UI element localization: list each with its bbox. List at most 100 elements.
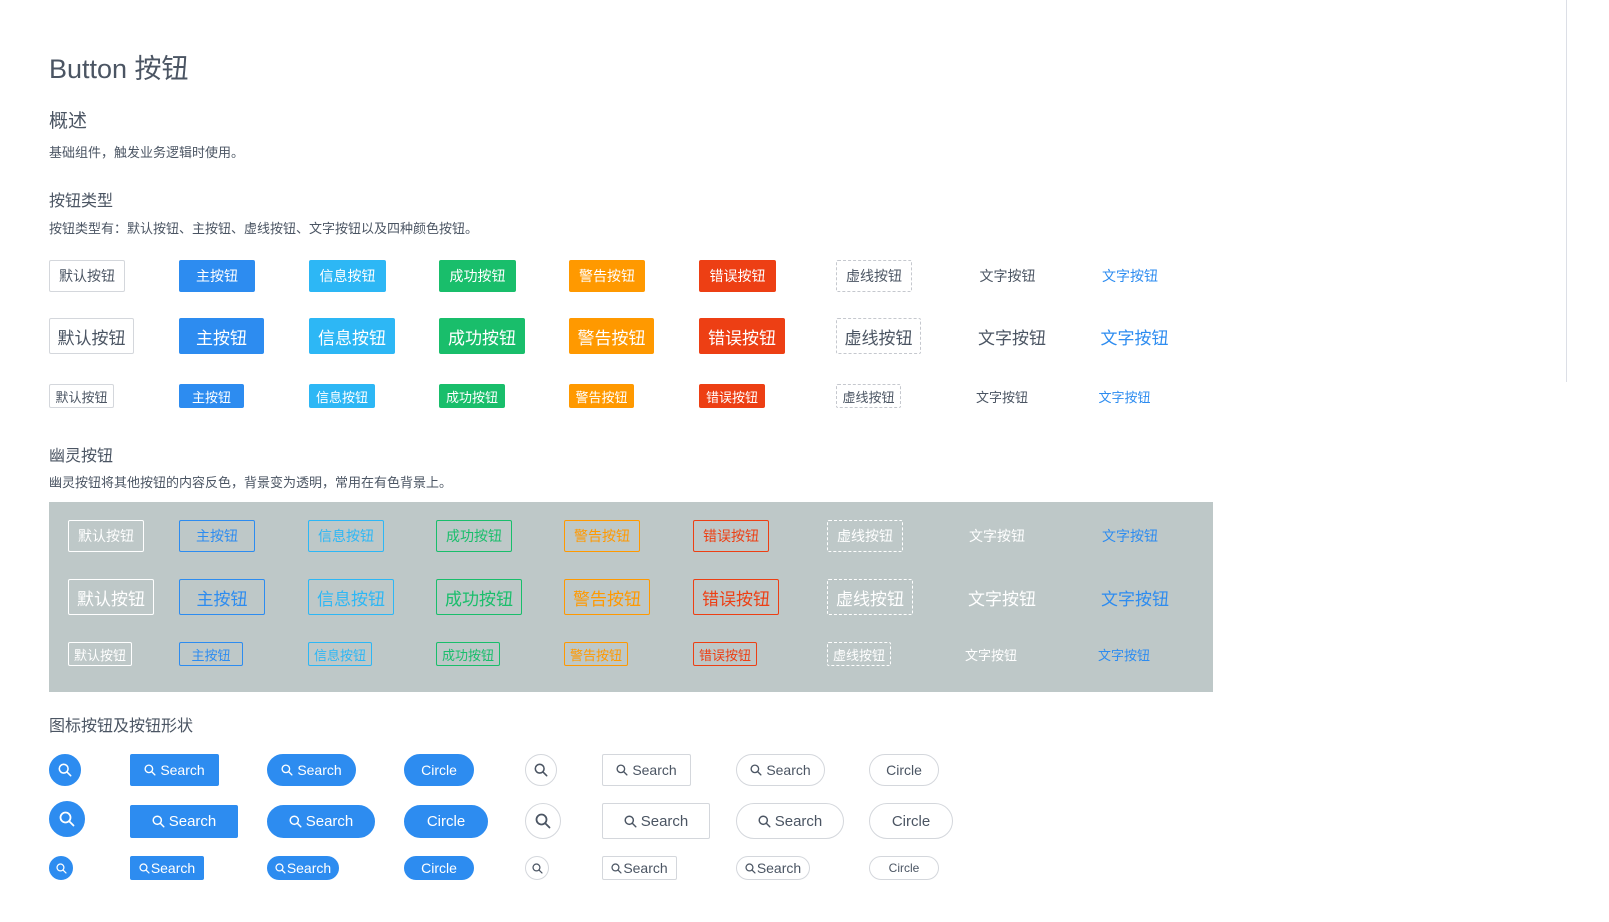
ghost-info-button-small[interactable]: 信息按钮 [308,642,372,666]
dashed-button-large[interactable]: 虚线按钮 [836,318,921,354]
primary-round-circle-button-small[interactable]: Circle [404,856,474,880]
warning-button[interactable]: 警告按钮 [569,260,645,292]
icon-shape-heading: 图标按钮及按钮形状 [49,718,194,735]
text-button-small[interactable]: 文字按钮 [969,384,1035,408]
success-button-small[interactable]: 成功按钮 [439,384,505,408]
button-label: Search [766,762,811,778]
ghost-success-button[interactable]: 成功按钮 [436,520,512,552]
search-icon [289,815,302,828]
search-icon [624,814,637,828]
success-button-large[interactable]: 成功按钮 [439,318,525,354]
ghost-link-button-large[interactable]: 文字按钮 [1092,579,1178,615]
search-icon [55,862,67,874]
search-icon [745,862,756,874]
search-icon [281,764,293,776]
types-heading: 按钮类型 [49,193,114,210]
ghost-success-button-large[interactable]: 成功按钮 [436,579,522,615]
default-round-circle-button-small[interactable]: Circle [869,856,939,880]
primary-round-circle-button-large[interactable]: Circle [404,805,488,838]
ghost-text-button[interactable]: 文字按钮 [959,520,1035,552]
search-icon [535,813,551,829]
ghost-primary-button[interactable]: 主按钮 [179,520,255,552]
text-button[interactable]: 文字按钮 [969,260,1046,292]
warning-button-large[interactable]: 警告按钮 [569,318,654,354]
primary-search-button-small[interactable]: Search [130,856,204,880]
primary-round-circle-button[interactable]: Circle [404,754,474,786]
error-button-small[interactable]: 错误按钮 [699,384,765,408]
search-icon [59,811,75,827]
primary-button-large[interactable]: 主按钮 [179,318,264,354]
dashed-button[interactable]: 虚线按钮 [836,260,912,292]
ghost-dashed-button-small[interactable]: 虚线按钮 [827,642,891,666]
search-icon [275,862,286,874]
button-label: Search [774,812,823,830]
ghost-error-button-small[interactable]: 错误按钮 [693,642,757,666]
default-search-button-large[interactable]: Search [602,803,710,839]
page-title: Button 按钮 [49,54,189,84]
error-button[interactable]: 错误按钮 [699,260,776,292]
ghost-warning-button[interactable]: 警告按钮 [564,520,640,552]
primary-search-button[interactable]: Search [130,754,219,786]
primary-round-search-button[interactable]: Search [267,754,356,786]
warning-button-small[interactable]: 警告按钮 [569,384,634,408]
link-button-small[interactable]: 文字按钮 [1092,384,1157,408]
ghost-primary-button-small[interactable]: 主按钮 [179,642,243,666]
link-button[interactable]: 文字按钮 [1092,260,1168,292]
ghost-info-button-large[interactable]: 信息按钮 [308,579,394,615]
default-circle-search-button[interactable] [525,754,557,786]
default-button-large[interactable]: 默认按钮 [49,318,134,354]
ghost-default-button-small[interactable]: 默认按钮 [68,642,132,666]
ghost-error-button-large[interactable]: 错误按钮 [693,579,779,615]
button-label: Search [150,860,196,876]
ghost-warning-button-large[interactable]: 警告按钮 [564,579,650,615]
default-circle-search-button-small[interactable] [525,856,549,880]
default-round-circle-button[interactable]: Circle [869,754,939,786]
info-button-large[interactable]: 信息按钮 [309,318,395,354]
search-icon [758,814,771,828]
default-circle-search-button-large[interactable] [525,803,561,839]
button-label: Search [305,813,354,830]
ghost-warning-button-small[interactable]: 警告按钮 [564,642,628,666]
ghost-link-button-small[interactable]: 文字按钮 [1092,642,1156,666]
info-button[interactable]: 信息按钮 [309,260,386,292]
ghost-default-button-large[interactable]: 默认按钮 [68,579,154,615]
primary-button[interactable]: 主按钮 [179,260,255,292]
ghost-default-button[interactable]: 默认按钮 [68,520,144,552]
dashed-button-small[interactable]: 虚线按钮 [836,384,901,408]
ghost-error-button[interactable]: 错误按钮 [693,520,769,552]
primary-round-search-button-large[interactable]: Search [267,805,375,838]
ghost-dashed-button[interactable]: 虚线按钮 [827,520,903,552]
search-icon [139,862,150,874]
default-round-search-button-large[interactable]: Search [736,803,844,839]
ghost-dashed-button-large[interactable]: 虚线按钮 [827,579,913,615]
primary-round-search-button-small[interactable]: Search [267,856,339,880]
ghost-link-button[interactable]: 文字按钮 [1092,520,1168,552]
default-search-button-small[interactable]: Search [602,856,677,880]
button-label: Search [168,813,217,830]
ghost-text-button-large[interactable]: 文字按钮 [959,579,1045,615]
link-button-large[interactable]: 文字按钮 [1092,318,1177,354]
primary-circle-search-button-large[interactable] [49,801,85,837]
primary-button-small[interactable]: 主按钮 [179,384,244,408]
default-button[interactable]: 默认按钮 [49,260,125,292]
button-label: Search [623,860,668,876]
ghost-info-button[interactable]: 信息按钮 [308,520,384,552]
primary-search-button-large[interactable]: Search [130,805,238,838]
text-button-large[interactable]: 文字按钮 [969,318,1055,354]
ghost-primary-button-large[interactable]: 主按钮 [179,579,265,615]
error-button-large[interactable]: 错误按钮 [699,318,785,354]
default-round-circle-button-large[interactable]: Circle [869,803,953,839]
default-round-search-button-small[interactable]: Search [736,856,810,880]
default-button-small[interactable]: 默认按钮 [49,384,114,408]
primary-circle-search-button-small[interactable] [49,856,73,880]
search-icon [531,862,543,874]
default-search-button[interactable]: Search [602,754,691,786]
info-button-small[interactable]: 信息按钮 [309,384,375,408]
search-icon [611,862,622,874]
default-round-search-button[interactable]: Search [736,754,825,786]
primary-circle-search-button[interactable] [49,754,81,786]
ghost-text-button-small[interactable]: 文字按钮 [959,642,1023,666]
ghost-description: 幽灵按钮将其他按钮的内容反色，背景变为透明，常用在有色背景上。 [49,475,453,490]
success-button[interactable]: 成功按钮 [439,260,516,292]
ghost-success-button-small[interactable]: 成功按钮 [436,642,500,666]
